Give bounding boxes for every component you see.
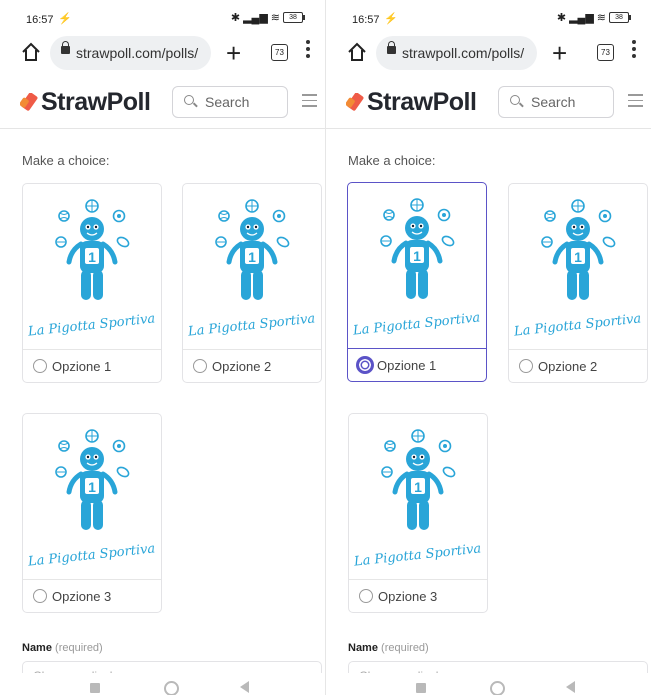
pigotta-sportiva-image: La Pigotta Sportiva <box>509 184 647 350</box>
hamburger-menu-icon[interactable] <box>628 94 643 111</box>
option-label: Opzione 3 <box>378 589 438 604</box>
poll-prompt: Make a choice: <box>348 153 436 168</box>
radio-button[interactable] <box>33 589 47 603</box>
tab-switcher-button[interactable]: 73 <box>271 44 288 61</box>
option-row[interactable]: Opzione 2 <box>183 350 321 382</box>
option-row[interactable]: Opzione 1 <box>23 350 161 382</box>
lock-icon <box>387 41 396 54</box>
option-card-1[interactable]: La Pigotta Sportiva Opzione 1 <box>22 183 162 383</box>
url-text: strawpoll.com/polls/ <box>402 45 525 61</box>
bluetooth-icon: ✱ <box>230 12 241 24</box>
option-card-2[interactable]: La Pigotta Sportiva Opzione 2 <box>508 183 648 383</box>
site-header: StrawPoll <box>0 80 325 129</box>
url-text: strawpoll.com/polls/ <box>76 45 199 61</box>
strawpoll-logo-icon <box>20 93 38 111</box>
lock-icon <box>61 41 70 54</box>
svg-text:La Pigotta Sportiva: La Pigotta Sportiva <box>26 311 156 339</box>
search-box[interactable] <box>172 86 288 118</box>
new-tab-icon[interactable]: + <box>226 36 241 70</box>
search-input[interactable] <box>203 93 287 111</box>
option-row[interactable]: Opzione 3 <box>23 580 161 612</box>
option-label: Opzione 3 <box>52 589 112 604</box>
radio-button-selected[interactable] <box>358 358 372 372</box>
pigotta-sportiva-image: La Pigotta Sportiva <box>183 184 321 350</box>
name-field-label: Name (required) <box>22 642 103 654</box>
option-label: Opzione 1 <box>52 359 112 374</box>
svg-text:La Pigotta Sportiva: La Pigotta Sportiva <box>351 310 481 338</box>
logo-text: StrawPoll <box>367 87 477 116</box>
search-icon <box>184 95 194 105</box>
pigotta-sportiva-image: La Pigotta Sportiva <box>23 184 161 350</box>
pigotta-sportiva-image: La Pigotta Sportiva <box>348 183 486 349</box>
battery-icon: 38 <box>609 12 631 23</box>
status-icons: ✱ ▂▄▆ ≋ 38 <box>556 11 631 24</box>
notification-icon: ⚡ <box>384 13 398 25</box>
hamburger-menu-icon[interactable] <box>302 94 317 111</box>
logo-text: StrawPoll <box>41 87 151 116</box>
option-row[interactable]: Opzione 2 <box>509 350 647 382</box>
svg-text:La Pigotta Sportiva: La Pigotta Sportiva <box>512 311 642 339</box>
search-input[interactable] <box>529 93 613 111</box>
right-screenshot: 16:57 ⚡ ✱ ▂▄▆ ≋ 38 strawpoll.com/polls/ … <box>326 0 651 695</box>
radio-button[interactable] <box>359 589 373 603</box>
option-card-3[interactable]: La Pigotta Sportiva Opzione 3 <box>22 413 162 613</box>
status-time: 16:57 <box>26 14 54 26</box>
new-tab-icon[interactable]: + <box>552 36 567 70</box>
signal-icon: ▂▄▆ <box>243 12 268 24</box>
address-bar[interactable]: strawpoll.com/polls/ <box>50 36 211 70</box>
tab-switcher-button[interactable]: 73 <box>597 44 614 61</box>
home-icon[interactable] <box>20 41 42 63</box>
radio-button[interactable] <box>193 359 207 373</box>
home-icon[interactable] <box>346 41 368 63</box>
notification-icon: ⚡ <box>58 13 72 25</box>
bluetooth-icon: ✱ <box>556 12 567 24</box>
option-card-3[interactable]: La Pigotta Sportiva Opzione 3 <box>348 413 488 613</box>
search-box[interactable] <box>498 86 614 118</box>
left-screenshot: 16:57 ⚡ ✱ ▂▄▆ ≋ 38 strawpoll.com/polls/ … <box>0 0 325 695</box>
back-button[interactable] <box>566 681 575 693</box>
system-nav-bar <box>326 673 651 695</box>
browser-menu-icon[interactable] <box>306 40 310 61</box>
wifi-icon: ≋ <box>270 12 280 24</box>
status-bar: 16:57 ⚡ ✱ ▂▄▆ ≋ 38 <box>0 0 325 34</box>
strawpoll-logo[interactable]: StrawPoll <box>20 86 151 118</box>
status-time: 16:57 <box>352 14 380 26</box>
home-nav-button[interactable] <box>490 681 505 695</box>
status-icons: ✱ ▂▄▆ ≋ 38 <box>230 11 305 24</box>
svg-text:La Pigotta Sportiva: La Pigotta Sportiva <box>186 311 316 339</box>
browser-menu-icon[interactable] <box>632 40 636 61</box>
option-row[interactable]: Opzione 1 <box>348 349 486 381</box>
option-row[interactable]: Opzione 3 <box>349 580 487 612</box>
option-label: Opzione 2 <box>212 359 272 374</box>
name-field-label: Name (required) <box>348 642 429 654</box>
system-nav-bar <box>0 673 325 695</box>
svg-text:La Pigotta Sportiva: La Pigotta Sportiva <box>26 541 156 569</box>
strawpoll-logo-icon <box>346 93 364 111</box>
site-header: StrawPoll <box>326 80 651 129</box>
search-icon <box>510 95 520 105</box>
poll-prompt: Make a choice: <box>22 153 110 168</box>
signal-icon: ▂▄▆ <box>569 12 594 24</box>
back-button[interactable] <box>240 681 249 693</box>
svg-text:La Pigotta Sportiva: La Pigotta Sportiva <box>352 541 482 569</box>
address-bar[interactable]: strawpoll.com/polls/ <box>376 36 537 70</box>
battery-icon: 38 <box>283 12 305 23</box>
option-label: Opzione 1 <box>377 358 437 373</box>
status-bar: 16:57 ⚡ ✱ ▂▄▆ ≋ 38 <box>326 0 651 34</box>
radio-button[interactable] <box>519 359 533 373</box>
option-card-2[interactable]: La Pigotta Sportiva Opzione 2 <box>182 183 322 383</box>
radio-button[interactable] <box>33 359 47 373</box>
wifi-icon: ≋ <box>596 12 606 24</box>
browser-toolbar: strawpoll.com/polls/ + 73 <box>0 36 325 72</box>
recents-button[interactable] <box>90 683 100 693</box>
option-card-1-selected[interactable]: La Pigotta Sportiva Opzione 1 <box>347 182 487 382</box>
home-nav-button[interactable] <box>164 681 179 695</box>
browser-toolbar: strawpoll.com/polls/ + 73 <box>326 36 651 72</box>
recents-button[interactable] <box>416 683 426 693</box>
option-label: Opzione 2 <box>538 359 598 374</box>
strawpoll-logo[interactable]: StrawPoll <box>346 86 477 118</box>
pigotta-sportiva-image: La Pigotta Sportiva <box>23 414 161 580</box>
pigotta-sportiva-image: La Pigotta Sportiva <box>349 414 487 580</box>
